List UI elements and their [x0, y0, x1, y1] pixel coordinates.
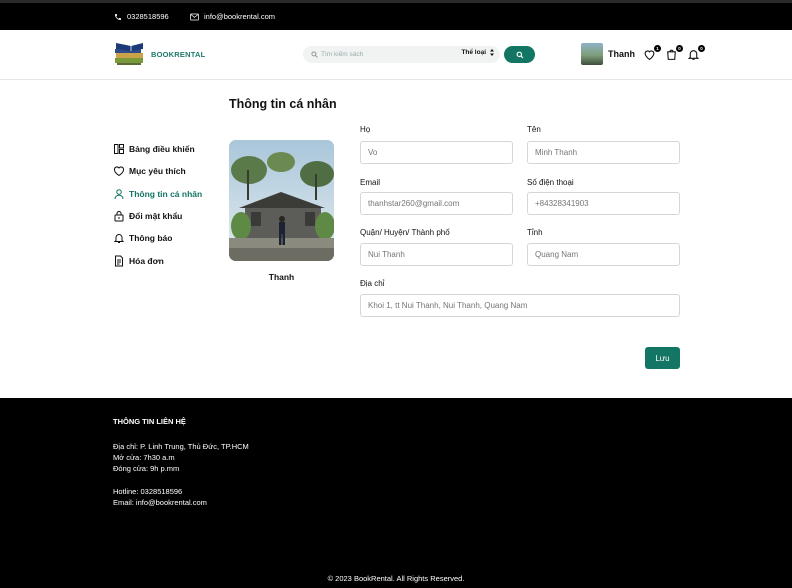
- sidebar-item-label: Thông báo: [129, 233, 173, 244]
- phone-field[interactable]: [527, 192, 680, 215]
- district-field[interactable]: [360, 243, 513, 266]
- phone-label: Số điện thoại: [527, 178, 574, 187]
- sidebar-item-invoices[interactable]: Hóa đơn: [113, 249, 202, 271]
- last-name-label: Họ: [360, 125, 371, 134]
- search-icon: [311, 51, 318, 58]
- save-button[interactable]: Lưu: [645, 347, 680, 369]
- logo-text: BOOKRENTAL: [151, 49, 206, 59]
- address-field[interactable]: [360, 294, 680, 317]
- top-contact-bar: 0328518596 info@bookrental.com: [0, 0, 792, 30]
- search-button[interactable]: [504, 46, 535, 63]
- mail-icon: [190, 13, 199, 20]
- search-icon: [516, 51, 523, 58]
- notification-button[interactable]: 0: [687, 45, 705, 62]
- footer-title: THÔNG TIN LIÊN HỆ: [113, 417, 186, 426]
- category-label: Thể loại: [461, 49, 486, 56]
- search-bar: Thể loại: [303, 46, 500, 63]
- last-name-field[interactable]: [360, 141, 513, 164]
- sidebar-item-notifications[interactable]: Thông báo: [113, 227, 202, 249]
- phone-icon: [115, 13, 121, 20]
- account-sidebar: Bảng điều khiển Mục yêu thích Thông tin …: [113, 138, 202, 272]
- wishlist-badge: 1: [654, 45, 661, 52]
- site-footer: THÔNG TIN LIÊN HỆ Địa chỉ: P. Linh Trung…: [0, 398, 792, 588]
- email-field[interactable]: [360, 192, 513, 215]
- sidebar-item-change-password[interactable]: Đổi mật khẩu: [113, 205, 202, 227]
- profile-photo-image: [229, 140, 334, 261]
- footer-email[interactable]: Email: info@bookrental.com: [113, 498, 207, 507]
- invoice-icon: [115, 255, 123, 267]
- profile-photo[interactable]: [229, 140, 334, 261]
- copyright: © 2023 BookRental. All Rights Reserved.: [327, 574, 465, 583]
- user-icon: [114, 188, 124, 199]
- sidebar-item-label: Thông tin cá nhân: [129, 188, 203, 199]
- sidebar-item-label: Bảng điều khiển: [129, 144, 195, 155]
- logo[interactable]: BOOKRENTAL: [113, 41, 205, 67]
- user-menu[interactable]: Thanh: [581, 43, 635, 65]
- address-label: Địa chỉ: [360, 279, 385, 288]
- sidebar-item-label: Hóa đơn: [129, 255, 164, 266]
- books-logo-icon: [115, 43, 143, 65]
- first-name-label: Tên: [527, 125, 541, 134]
- topbar-email-text: info@bookrental.com: [204, 12, 275, 21]
- province-label: Tỉnh: [527, 228, 543, 237]
- dashboard-icon: [114, 144, 124, 155]
- sidebar-item-dashboard[interactable]: Bảng điều khiển: [113, 138, 202, 160]
- footer-hotline[interactable]: Hotline: 0328518596: [113, 487, 182, 496]
- heart-icon: [114, 166, 124, 177]
- notification-badge: 0: [698, 45, 705, 52]
- first-name-field[interactable]: [527, 141, 680, 164]
- search-input[interactable]: [321, 51, 451, 58]
- topbar-phone[interactable]: 0328518596: [114, 12, 169, 21]
- category-dropdown[interactable]: Thể loại: [461, 49, 494, 56]
- district-label: Quận/ Huyện/ Thành phố: [360, 228, 450, 237]
- cart-button[interactable]: 0: [665, 45, 683, 62]
- main-content: Thông tin cá nhân Bảng điều khiển Mục yê…: [0, 80, 792, 398]
- sidebar-item-label: Đổi mật khẩu: [129, 211, 183, 222]
- site-header: BOOKRENTAL Thể loại Thanh 1 0 0: [0, 30, 792, 80]
- sidebar-item-label: Mục yêu thích: [129, 166, 186, 177]
- topbar-phone-text: 0328518596: [127, 12, 169, 21]
- footer-open-hours: Mở cửa: 7h30 a.m: [113, 453, 175, 462]
- lock-icon: [114, 211, 124, 222]
- avatar: [581, 43, 603, 65]
- sidebar-item-profile[interactable]: Thông tin cá nhân: [113, 183, 202, 205]
- cart-badge: 0: [676, 45, 683, 52]
- sort-arrows-icon: [490, 49, 494, 56]
- sidebar-item-favorites[interactable]: Mục yêu thích: [113, 160, 202, 182]
- email-label: Email: [360, 178, 381, 187]
- province-field[interactable]: [527, 243, 680, 266]
- footer-close-hours: Đóng cửa: 9h p.mm: [113, 464, 180, 473]
- page-title: Thông tin cá nhân: [229, 97, 337, 111]
- wishlist-button[interactable]: 1: [643, 45, 661, 62]
- bell-icon: [113, 234, 125, 244]
- footer-address: Địa chỉ: P. Linh Trung, Thủ Đức, TP.HCM: [113, 442, 249, 451]
- profile-name: Thanh: [268, 272, 295, 282]
- topbar-email[interactable]: info@bookrental.com: [190, 12, 275, 21]
- user-name: Thanh: [608, 49, 635, 59]
